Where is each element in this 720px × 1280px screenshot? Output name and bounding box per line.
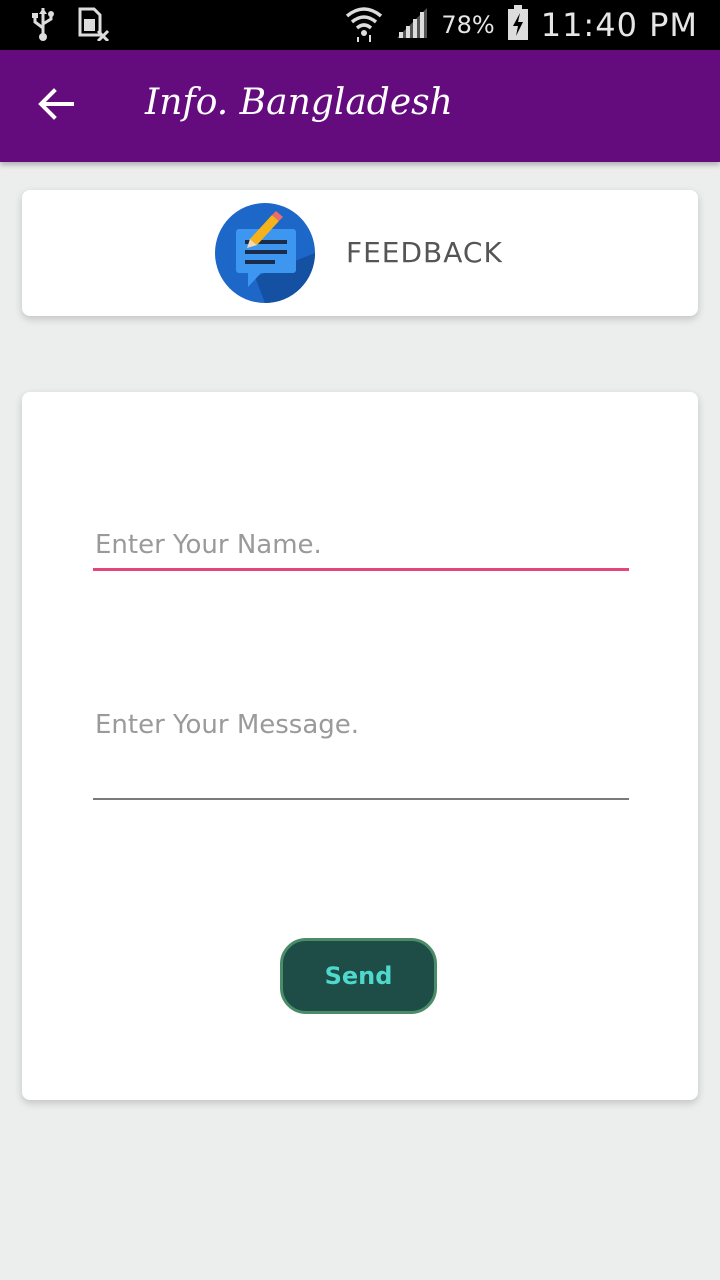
app-title: Info. Bangladesh — [145, 82, 453, 123]
message-input[interactable] — [93, 710, 629, 800]
signal-icon — [395, 6, 429, 44]
battery-icon — [507, 5, 529, 45]
sim-card-icon — [78, 7, 110, 45]
feedback-title: FEEDBACK — [346, 236, 503, 269]
feedback-form-card: Send — [22, 392, 698, 1100]
app-bar: Info. Bangladesh — [0, 50, 720, 162]
usb-icon — [30, 6, 56, 46]
feedback-header-card: FEEDBACK — [22, 190, 698, 316]
clock: 11:40 PM — [540, 6, 698, 44]
battery-percent: 78% — [441, 11, 495, 39]
back-button[interactable] — [30, 80, 82, 132]
arrow-back-icon — [38, 88, 74, 124]
wifi-icon — [345, 4, 383, 46]
name-input[interactable] — [93, 530, 629, 571]
feedback-icon — [215, 203, 315, 303]
status-bar: 78% 11:40 PM — [0, 0, 720, 50]
send-button[interactable]: Send — [280, 938, 437, 1014]
